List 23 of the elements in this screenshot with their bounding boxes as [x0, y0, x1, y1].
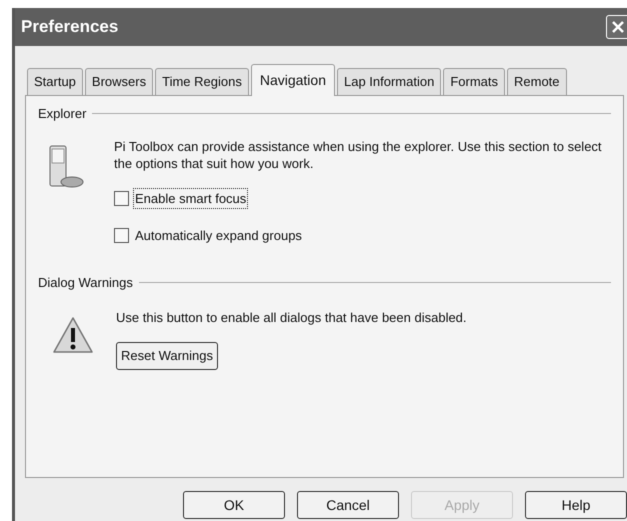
dialog-button[interactable]: Cancel	[297, 491, 399, 519]
tab[interactable]: Startup	[27, 68, 83, 95]
tab[interactable]: Time Regions	[155, 68, 249, 95]
description-text: Use this button to enable all dialogs that have been disabled.	[116, 309, 467, 327]
warning-icon	[52, 316, 94, 354]
reset-warnings-button[interactable]: Reset Warnings	[116, 342, 218, 370]
tab[interactable]: Browsers	[84, 68, 154, 95]
close-icon	[611, 20, 625, 34]
tab[interactable]: Navigation	[250, 64, 335, 96]
checkbox[interactable]	[114, 228, 129, 244]
dialog-button[interactable]: Help	[525, 491, 627, 519]
tab[interactable]: Formats	[443, 68, 505, 95]
group-heading: Explorer	[38, 105, 86, 123]
checkbox-label[interactable]: Automatically expand groups	[133, 225, 304, 246]
tab[interactable]: Lap Information	[336, 68, 442, 95]
group-heading: Dialog Warnings	[38, 274, 133, 292]
window-title: Preferences	[21, 16, 118, 38]
description-text: Pi Toolbox can provide assistance when using the explorer. Use this section to select the options that suit how you work.	[114, 138, 603, 172]
tab[interactable]: Remote	[507, 68, 567, 95]
checkbox[interactable]	[114, 190, 129, 206]
close-button[interactable]	[606, 15, 627, 39]
dialog-button[interactable]: OK	[183, 491, 285, 519]
checkbox-label[interactable]: Enable smart focus	[133, 188, 248, 209]
